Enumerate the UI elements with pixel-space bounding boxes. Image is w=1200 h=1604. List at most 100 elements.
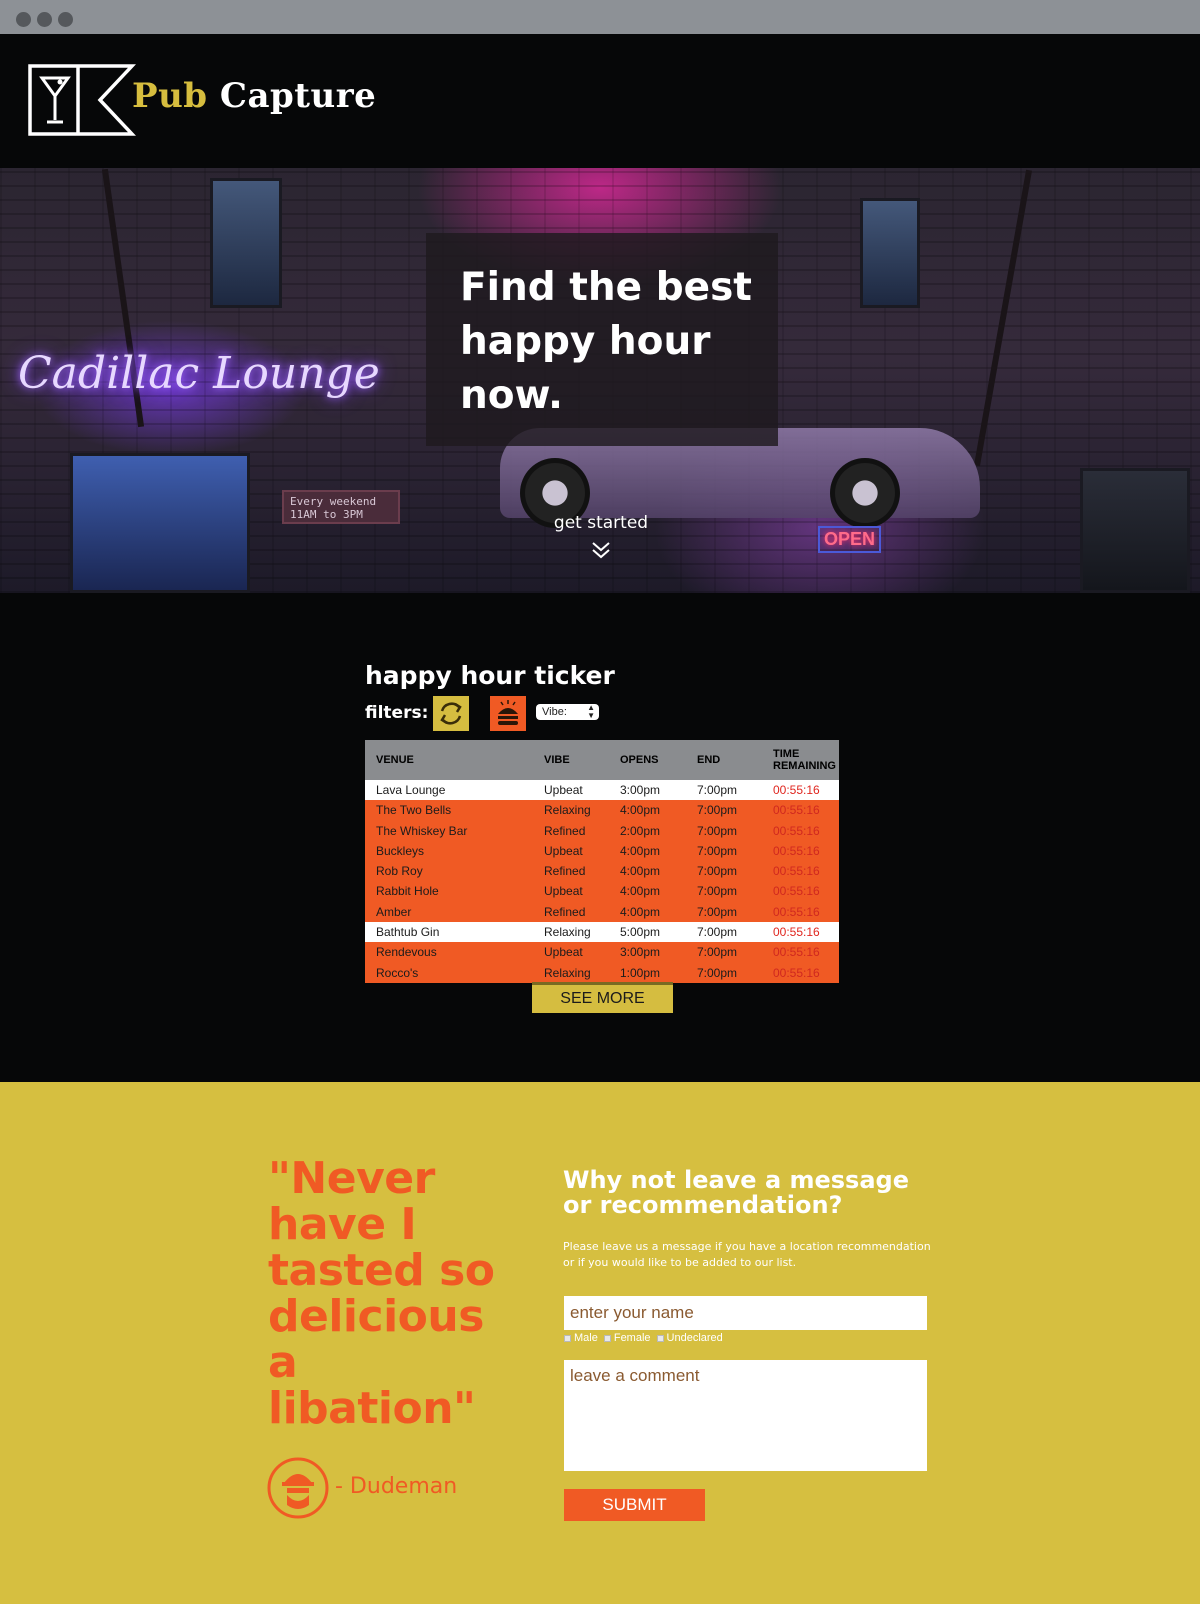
end-cell: 7:00pm bbox=[697, 803, 738, 818]
select-arrows-icon: ▲ ▼ bbox=[587, 703, 595, 720]
checkbox[interactable] bbox=[564, 1334, 571, 1342]
column-header-opens[interactable]: OPENS bbox=[620, 740, 659, 780]
gender-label: Undeclared bbox=[666, 1332, 723, 1344]
time-remaining-cell: 00:55:16 bbox=[773, 864, 820, 879]
vibe-cell: Relaxing bbox=[544, 965, 591, 980]
opens-cell: 3:00pm bbox=[620, 945, 661, 960]
vibe-select[interactable]: Vibe: ▲ ▼ bbox=[536, 704, 599, 720]
building-window bbox=[860, 198, 920, 308]
venue-cell: Rendevous bbox=[376, 945, 437, 960]
contact-section: "Never have I tasted so delicious a liba… bbox=[0, 1082, 1200, 1604]
time-remaining-cell: 00:55:16 bbox=[773, 803, 820, 818]
end-cell: 7:00pm bbox=[697, 823, 738, 838]
table-row[interactable]: The Whiskey Bar Refined 2:00pm 7:00pm 00:55:… bbox=[365, 820, 839, 841]
time-remaining-cell: 00:55:16 bbox=[773, 783, 820, 797]
brand-name-first: Pub bbox=[132, 76, 208, 116]
testimonial-quote: "Never have I tasted so delicious a liba… bbox=[268, 1153, 495, 1434]
gender-option-undeclared[interactable]: Undeclared bbox=[656, 1332, 723, 1344]
form-description: Please leave us a message if you have a … bbox=[563, 1240, 931, 1269]
open-sign: OPEN bbox=[818, 526, 882, 553]
vibe-cell: Relaxing bbox=[544, 803, 591, 818]
opens-cell: 1:00pm bbox=[620, 965, 661, 980]
vibe-cell: Upbeat bbox=[544, 945, 583, 960]
opens-cell: 4:00pm bbox=[620, 864, 661, 879]
vibe-cell: Refined bbox=[544, 823, 586, 838]
table-row[interactable]: Rabbit Hole Upbeat 4:00pm 7:00pm 00:55:16 bbox=[365, 881, 839, 902]
opens-cell: 4:00pm bbox=[620, 884, 661, 899]
refresh-icon bbox=[440, 702, 462, 725]
table-row[interactable]: Rob Roy Refined 4:00pm 7:00pm 00:55:16 bbox=[365, 861, 839, 882]
table-row[interactable]: Amber Refined 4:00pm 7:00pm 00:55:16 bbox=[365, 901, 839, 923]
venue-cell: The Two Bells bbox=[376, 803, 452, 818]
time-remaining-cell: 00:55:16 bbox=[773, 945, 820, 960]
see-more-button[interactable]: SEE MORE bbox=[532, 982, 673, 1013]
checkbox[interactable] bbox=[603, 1334, 611, 1342]
food-filter-button[interactable] bbox=[490, 696, 526, 731]
time-remaining-cell: 00:55:16 bbox=[773, 823, 820, 838]
table-row[interactable]: Rendevous Upbeat 3:00pm 7:00pm 00:55:16 bbox=[365, 942, 839, 963]
opens-cell: 4:00pm bbox=[620, 803, 661, 818]
neon-sign: Cadillac Lounge bbox=[18, 348, 380, 399]
get-started-link[interactable]: get started bbox=[540, 513, 662, 533]
vibe-cell: Upbeat bbox=[544, 843, 583, 858]
end-cell: 7:00pm bbox=[697, 783, 738, 797]
name-input[interactable] bbox=[564, 1296, 927, 1330]
table-row[interactable]: Buckleys Upbeat 4:00pm 7:00pm 00:55:16 bbox=[365, 840, 839, 862]
gender-option-male[interactable]: Male bbox=[564, 1332, 598, 1344]
vibe-cell: Upbeat bbox=[544, 884, 583, 899]
storefront-window bbox=[70, 453, 250, 593]
burger-icon bbox=[498, 700, 518, 725]
brand-name-second: Capture bbox=[219, 76, 377, 116]
refresh-filter-button[interactable] bbox=[433, 696, 469, 731]
double-chevron-down-icon[interactable] bbox=[591, 541, 611, 561]
time-remaining-cell: 00:55:16 bbox=[773, 904, 820, 919]
opens-cell: 4:00pm bbox=[620, 843, 661, 858]
checkbox[interactable] bbox=[656, 1334, 664, 1342]
end-cell: 7:00pm bbox=[697, 925, 738, 940]
dude-avatar-icon bbox=[267, 1457, 329, 1519]
form-title: Why not leave a message or recommendatio… bbox=[563, 1166, 909, 1219]
window-maximize-dot[interactable] bbox=[58, 12, 73, 27]
venue-cell: Amber bbox=[376, 904, 412, 919]
window-close-dot[interactable] bbox=[16, 12, 31, 27]
hero-card: Find the best happy hour now. bbox=[426, 233, 778, 446]
table-row[interactable]: The Two Bells Relaxing 4:00pm 7:00pm 00:55:1… bbox=[365, 800, 839, 821]
end-cell: 7:00pm bbox=[697, 965, 738, 980]
column-header-end[interactable]: END bbox=[697, 740, 720, 780]
venue-cell: The Whiskey Bar bbox=[376, 823, 468, 838]
martini-glass-icon[interactable] bbox=[28, 64, 136, 136]
end-cell: 7:00pm bbox=[697, 843, 738, 858]
storefront-window bbox=[1080, 468, 1190, 593]
table-row[interactable]: Rocco's Relaxing 1:00pm 7:00pm 00:55:16 bbox=[365, 962, 839, 983]
table-row[interactable]: Bathtub Gin Relaxing 5:00pm 7:00pm 00:55:16 bbox=[365, 922, 839, 943]
hero-title: Find the best happy hour now. bbox=[460, 265, 752, 418]
comment-textarea[interactable] bbox=[564, 1360, 927, 1471]
ticker-section: happy hour ticker filters: Vibe: ▲ ▼ VENU… bbox=[0, 593, 1200, 1082]
browser-chrome bbox=[0, 0, 1200, 34]
time-remaining-cell: 00:55:16 bbox=[773, 884, 820, 899]
window-minimize-dot[interactable] bbox=[37, 12, 52, 27]
end-cell: 7:00pm bbox=[697, 884, 738, 899]
column-header-venue[interactable]: VENUE bbox=[376, 740, 414, 780]
venue-cell: Buckleys bbox=[376, 843, 425, 858]
vibe-cell: Relaxing bbox=[544, 925, 591, 940]
time-remaining-cell: 00:55:16 bbox=[773, 843, 820, 858]
end-cell: 7:00pm bbox=[697, 904, 738, 919]
table-body: Lava Lounge Upbeat 3:00pm 7:00pm 00:55:16 The… bbox=[365, 780, 839, 983]
column-header-vibe[interactable]: VIBE bbox=[544, 740, 570, 780]
column-header-time-remaining[interactable]: TIME REMAINING bbox=[773, 740, 841, 780]
time-remaining-cell: 00:55:16 bbox=[773, 965, 820, 980]
end-cell: 7:00pm bbox=[697, 864, 738, 879]
gender-option-female[interactable]: Female bbox=[603, 1332, 651, 1344]
hero-banner: Cadillac Lounge Every weekend 11AM to 3P… bbox=[0, 168, 1200, 593]
gender-label: Female bbox=[613, 1332, 651, 1344]
ticker-title: happy hour ticker bbox=[365, 661, 615, 690]
vibe-select-value: Vibe: bbox=[542, 706, 567, 718]
opens-cell: 5:00pm bbox=[620, 925, 661, 940]
submit-button[interactable]: SUBMIT bbox=[564, 1489, 705, 1521]
table-row[interactable]: Lava Lounge Upbeat 3:00pm 7:00pm 00:55:16 bbox=[365, 780, 839, 801]
brand-name[interactable]: Pub Capture bbox=[132, 76, 376, 116]
building-window bbox=[210, 178, 282, 308]
venue-cell: Rabbit Hole bbox=[376, 884, 439, 899]
gender-label: Male bbox=[574, 1332, 598, 1344]
